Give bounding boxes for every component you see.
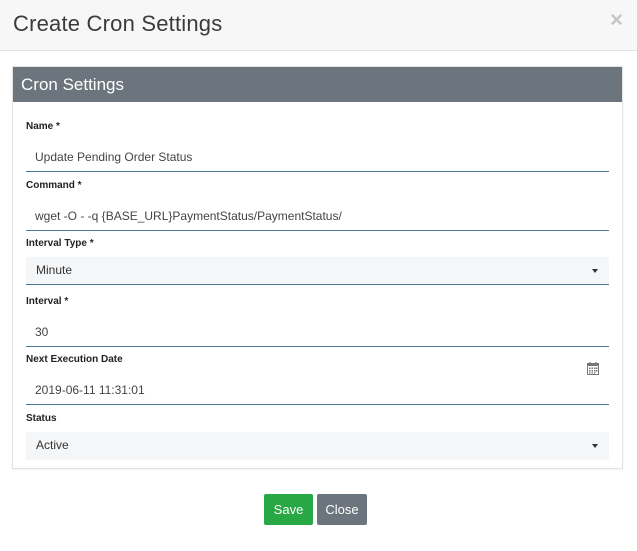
modal-title: Create Cron Settings [13,11,223,36]
name-input[interactable]: Update Pending Order Status [26,144,609,172]
cron-settings-card: Cron Settings Name * Update Pending Orde… [12,66,623,469]
interval-input[interactable]: 30 [26,319,609,347]
caret-down-icon [592,269,598,273]
save-button[interactable]: Save [264,494,313,525]
interval-field-group: Interval * 30 [26,295,609,347]
name-field-group: Name * Update Pending Order Status [26,120,609,172]
status-value: Active [36,438,69,452]
interval-label: Interval * [26,296,69,307]
interval-type-field-group: Interval Type * Minute [26,237,609,285]
command-label: Command * [26,180,82,191]
calendar-icon[interactable] [587,358,599,385]
close-button[interactable]: Close [317,494,367,525]
status-field-group: Status Active [26,412,609,460]
status-label: Status [26,413,57,424]
next-execution-date-label: Next Execution Date [26,354,123,365]
caret-down-icon [592,444,598,448]
interval-type-value: Minute [36,263,73,277]
name-label: Name * [26,121,60,132]
close-icon[interactable]: × [610,9,623,31]
modal-header: Create Cron Settings × [0,0,637,51]
next-execution-date-input[interactable]: 2019-06-11 11:31:01 [26,362,609,405]
create-cron-settings-modal: Create Cron Settings × Cron Settings Nam… [0,0,637,551]
next-execution-date-value: 2019-06-11 11:31:01 [35,383,145,397]
command-field-group: Command * wget -O - -q {BASE_URL}Payment… [26,179,609,231]
interval-type-select[interactable]: Minute [26,257,609,285]
command-input[interactable]: wget -O - -q {BASE_URL}PaymentStatus/Pay… [26,203,609,231]
card-header: Cron Settings [13,67,622,102]
next-execution-date-field-group: Next Execution Date 2019-06-11 11:31:01 [26,353,609,405]
interval-type-label: Interval Type * [26,238,94,249]
status-select[interactable]: Active [26,432,609,460]
